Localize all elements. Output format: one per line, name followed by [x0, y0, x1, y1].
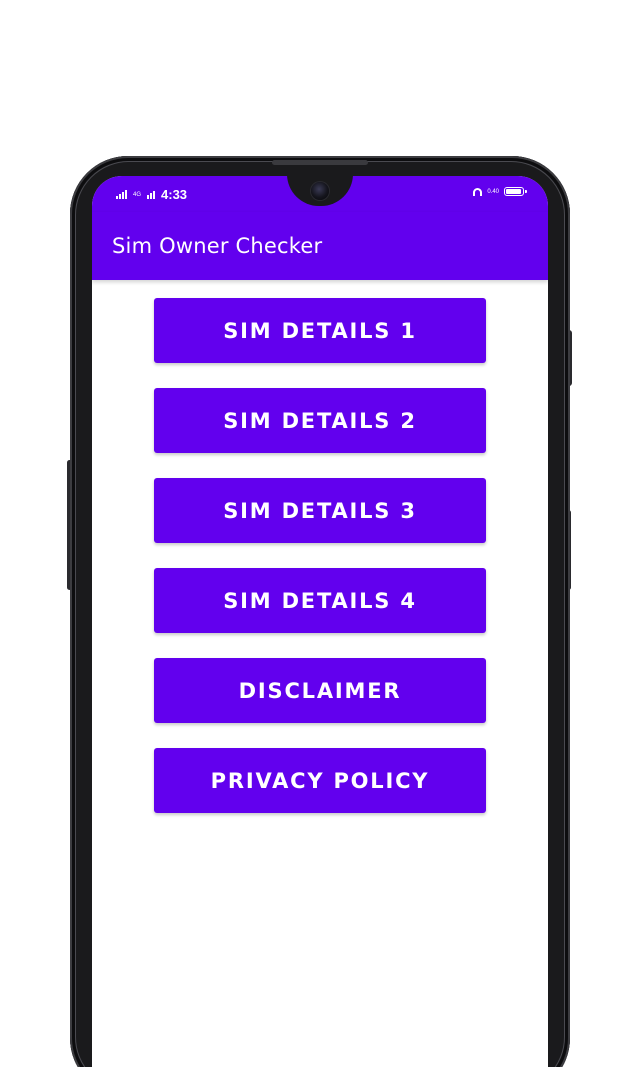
front-camera	[311, 182, 329, 200]
wifi-icon	[147, 190, 156, 199]
status-bar-left: 4G 4:33	[116, 187, 187, 202]
phone-screen: 4G 4:33 0.40 Sim Owner Checker SIM DETAI…	[92, 176, 548, 1067]
sim-details-4-button[interactable]: SIM DETAILS 4	[154, 568, 486, 633]
status-bar: 4G 4:33 0.40	[92, 176, 548, 212]
sim-details-3-button[interactable]: SIM DETAILS 3	[154, 478, 486, 543]
battery-icon	[504, 187, 527, 196]
headphone-icon	[473, 187, 483, 196]
status-time: 4:33	[161, 187, 188, 202]
app-bar: Sim Owner Checker	[92, 212, 548, 280]
signal-icon	[116, 190, 127, 199]
data-speed-text: 0.40	[487, 188, 499, 195]
app-title: Sim Owner Checker	[112, 234, 323, 258]
sim-details-2-button[interactable]: SIM DETAILS 2	[154, 388, 486, 453]
disclaimer-button[interactable]: DISCLAIMER	[154, 658, 486, 723]
network-type-text: 4G	[133, 191, 142, 198]
privacy-policy-button[interactable]: PRIVACY POLICY	[154, 748, 486, 813]
status-bar-right: 0.40	[473, 187, 527, 196]
sim-details-1-button[interactable]: SIM DETAILS 1	[154, 298, 486, 363]
mockup-stage: 4G 4:33 0.40 Sim Owner Checker SIM DETAI…	[0, 0, 640, 1067]
phone-earpiece	[272, 160, 368, 165]
